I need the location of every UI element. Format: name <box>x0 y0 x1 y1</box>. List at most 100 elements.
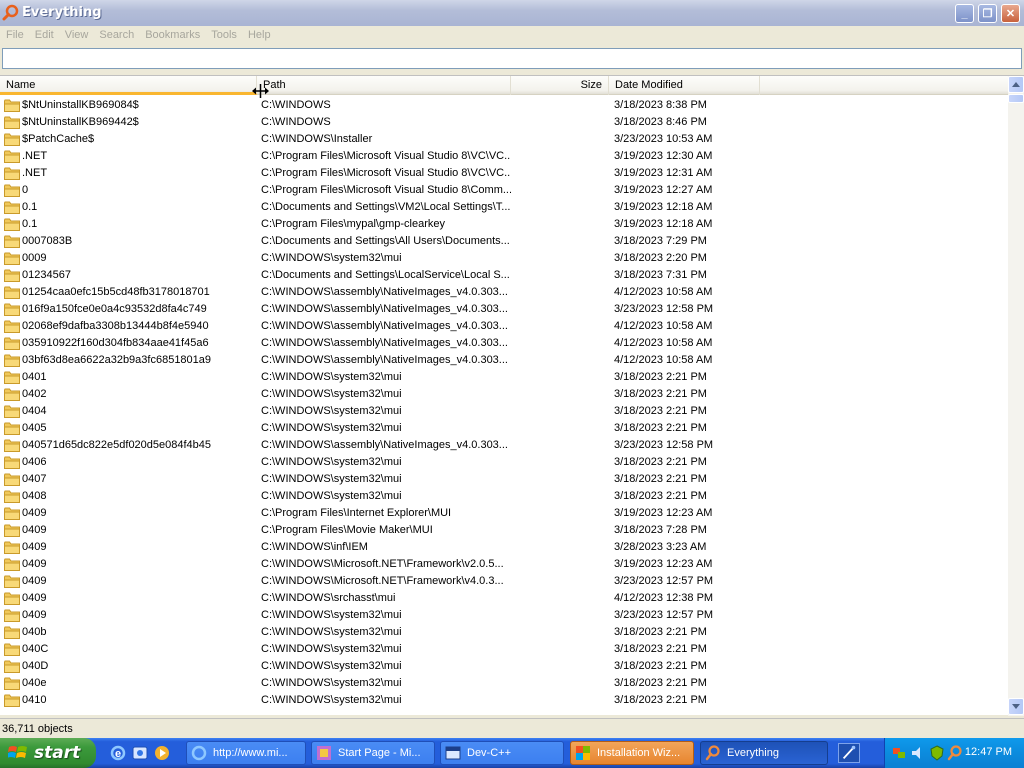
maximize-button[interactable]: ❐ <box>978 4 997 23</box>
taskbar: start e http://www.mi... Start Page - Mi… <box>0 738 1024 768</box>
table-row[interactable]: 035910922f160d304fb834aae41f45a6 C:\WINDO… <box>0 335 1008 352</box>
file-date-modified: 3/23/2023 12:58 PM <box>614 303 714 315</box>
file-date-modified: 3/19/2023 12:31 AM <box>614 167 713 179</box>
folder-icon <box>4 354 20 367</box>
table-row[interactable]: 040571d65dc822e5df020d5e084f4b45 C:\WINDO… <box>0 437 1008 454</box>
table-row[interactable]: 0409 C:\WINDOWS\Microsoft.NET\Framework\v… <box>0 573 1008 590</box>
minimize-icon: _ <box>961 7 968 20</box>
menu-search[interactable]: Search <box>95 29 141 41</box>
table-row[interactable]: 0408 C:\WINDOWS\system32\mui 3/18/2023 2:2… <box>0 488 1008 505</box>
table-row[interactable]: 0409 C:\WINDOWS\Microsoft.NET\Framework\v… <box>0 556 1008 573</box>
file-path: C:\WINDOWS\Installer <box>261 133 373 145</box>
table-row[interactable]: 0409 C:\Program Files\Movie Maker\MUI 3/18… <box>0 522 1008 539</box>
table-row[interactable]: 01254caa0efc15b5cd48fb3178018701 C:\WINDO… <box>0 284 1008 301</box>
table-row[interactable]: 01234567 C:\Documents and Settings\LocalS… <box>0 267 1008 284</box>
file-name: 01254caa0efc15b5cd48fb3178018701 <box>22 286 210 298</box>
table-row[interactable]: 0 C:\Program Files\Microsoft Visual Studi… <box>0 182 1008 199</box>
menu-view[interactable]: View <box>61 29 96 41</box>
file-name: 0401 <box>22 371 47 383</box>
table-row[interactable]: 0407 C:\WINDOWS\system32\mui 3/18/2023 2:2… <box>0 471 1008 488</box>
file-date-modified: 3/18/2023 7:31 PM <box>614 269 707 281</box>
taskbar-button-ie[interactable]: http://www.mi... <box>186 741 306 765</box>
everything-window: Everything _ ❐ ✕ File Edit View Search B… <box>0 0 1024 738</box>
menu-tools[interactable]: Tools <box>207 29 244 41</box>
menu-file[interactable]: File <box>2 29 31 41</box>
table-row[interactable]: 0007083B C:\Documents and Settings\All Us… <box>0 233 1008 250</box>
column-header-size[interactable]: Size <box>511 76 609 95</box>
taskbar-button-devcpp[interactable]: Dev-C++ <box>440 741 564 765</box>
table-row[interactable]: 0406 C:\WINDOWS\system32\mui 3/18/2023 2:2… <box>0 454 1008 471</box>
file-name: $NtUninstallKB969084$ <box>22 99 139 111</box>
table-row[interactable]: 040C C:\WINDOWS\system32\mui 3/18/2023 2:2… <box>0 641 1008 658</box>
taskbar-button-installation-wizard[interactable]: Installation Wiz... <box>570 741 694 765</box>
table-row[interactable]: 03bf63d8ea6622a32b9a3fc6851801a9 C:\WINDO… <box>0 352 1008 369</box>
tray-network-icon[interactable] <box>891 745 907 761</box>
file-name: 02068ef9dafba3308b13444b8f4e5940 <box>22 320 209 332</box>
file-name: 0404 <box>22 405 47 417</box>
taskbar-button-label: Installation Wiz... <box>597 747 681 759</box>
table-row[interactable]: $NtUninstallKB969084$ C:\WINDOWS 3/18/2023… <box>0 97 1008 114</box>
tray-everything-icon[interactable] <box>947 745 963 761</box>
table-row[interactable]: 0404 C:\WINDOWS\system32\mui 3/18/2023 2:2… <box>0 403 1008 420</box>
table-row[interactable]: $NtUninstallKB969442$ C:\WINDOWS 3/18/2023… <box>0 114 1008 131</box>
scroll-up-button[interactable] <box>1008 76 1024 93</box>
taskbar-button-start-page[interactable]: Start Page - Mi... <box>311 741 435 765</box>
table-row[interactable]: .NET C:\Program Files\Microsoft Visual St… <box>0 148 1008 165</box>
tray-security-icon[interactable] <box>929 745 945 761</box>
title-bar[interactable]: Everything _ ❐ ✕ <box>0 0 1024 26</box>
table-row[interactable]: $PatchCache$ C:\WINDOWS\Installer 3/23/202… <box>0 131 1008 148</box>
table-row[interactable]: 0409 C:\WINDOWS\system32\mui 3/23/2023 12:… <box>0 607 1008 624</box>
table-row[interactable]: 0401 C:\WINDOWS\system32\mui 3/18/2023 2:2… <box>0 369 1008 386</box>
menu-bookmarks[interactable]: Bookmarks <box>141 29 207 41</box>
minimize-button[interactable]: _ <box>955 4 974 23</box>
table-row[interactable]: 0.1 C:\Documents and Settings\VM2\Local S… <box>0 199 1008 216</box>
menu-help[interactable]: Help <box>244 29 278 41</box>
scrollbar-thumb[interactable] <box>1008 94 1024 103</box>
table-row[interactable]: 016f9a150fce0e0a4c93532d8fa4c749 C:\WINDO… <box>0 301 1008 318</box>
file-name: $PatchCache$ <box>22 133 95 145</box>
table-row[interactable]: 040b C:\WINDOWS\system32\mui 3/18/2023 2:2… <box>0 624 1008 641</box>
table-row[interactable]: 0009 C:\WINDOWS\system32\mui 3/18/2023 2:2… <box>0 250 1008 267</box>
taskbar-button-everything[interactable]: Everything <box>700 741 828 765</box>
table-row[interactable]: 0405 C:\WINDOWS\system32\mui 3/18/2023 2:2… <box>0 420 1008 437</box>
file-date-modified: 4/12/2023 10:58 AM <box>614 354 713 366</box>
folder-icon <box>4 592 20 605</box>
quicklaunch-media-player-icon[interactable] <box>154 745 170 761</box>
table-row[interactable]: 0402 C:\WINDOWS\system32\mui 3/18/2023 2:2… <box>0 386 1008 403</box>
menu-edit[interactable]: Edit <box>31 29 61 41</box>
table-row[interactable]: 0409 C:\WINDOWS\srchasst\mui 4/12/2023 12:… <box>0 590 1008 607</box>
start-button[interactable]: start <box>0 738 96 768</box>
table-row[interactable]: 0.1 C:\Program Files\mypal\gmp-clearkey 3/… <box>0 216 1008 233</box>
quicklaunch-desktop-icon[interactable] <box>132 745 148 761</box>
scroll-up-arrow-icon <box>1012 82 1020 87</box>
file-name: 0405 <box>22 422 47 434</box>
language-bar[interactable] <box>838 743 860 763</box>
table-row[interactable]: 02068ef9dafba3308b13444b8f4e5940 C:\WINDO… <box>0 318 1008 335</box>
column-header-path[interactable]: Path <box>257 76 511 95</box>
folder-icon <box>4 252 20 265</box>
table-row[interactable]: 040D C:\WINDOWS\system32\mui 3/18/2023 2:2… <box>0 658 1008 675</box>
column-header-name[interactable]: Name <box>0 76 257 95</box>
table-row[interactable]: 0409 C:\Program Files\Internet Explorer\M… <box>0 505 1008 522</box>
file-date-modified: 3/18/2023 2:21 PM <box>614 677 707 689</box>
svg-text:e: e <box>115 748 121 760</box>
file-date-modified: 3/28/2023 3:23 AM <box>614 541 707 553</box>
quicklaunch-ie-icon[interactable]: e <box>110 745 126 761</box>
search-input[interactable] <box>3 49 1021 68</box>
tray-volume-icon[interactable] <box>910 745 926 761</box>
results-list[interactable]: Name Path Size Date Modified $NtUninstal… <box>0 75 1024 716</box>
vertical-scrollbar[interactable] <box>1008 76 1024 716</box>
table-row[interactable]: 040e C:\WINDOWS\system32\mui 3/18/2023 2:2… <box>0 675 1008 692</box>
table-row[interactable]: .NET C:\Program Files\Microsoft Visual St… <box>0 165 1008 182</box>
file-date-modified: 3/19/2023 12:23 AM <box>614 507 713 519</box>
windows-logo-icon <box>8 746 27 758</box>
file-path: C:\WINDOWS\system32\mui <box>261 643 402 655</box>
folder-icon <box>4 320 20 333</box>
column-header-date[interactable]: Date Modified <box>609 76 760 95</box>
close-icon: ✕ <box>1005 8 1016 20</box>
scroll-down-button[interactable] <box>1008 698 1024 715</box>
table-row[interactable]: 0409 C:\WINDOWS\inf\IEM 3/28/2023 3:23 AM <box>0 539 1008 556</box>
folder-icon <box>4 405 20 418</box>
close-button[interactable]: ✕ <box>1001 4 1020 23</box>
table-row[interactable]: 0410 C:\WINDOWS\system32\mui 3/18/2023 2:2… <box>0 692 1008 709</box>
